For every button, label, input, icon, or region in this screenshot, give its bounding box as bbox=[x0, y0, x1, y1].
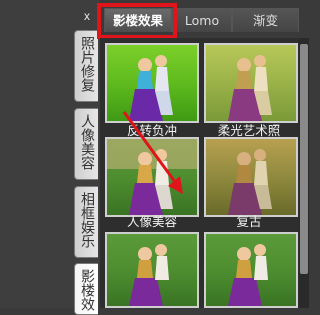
side-tab-studio-effects[interactable]: 影楼效 bbox=[74, 263, 98, 315]
effect-thumbnail-5[interactable] bbox=[105, 232, 199, 308]
tab-gradient[interactable]: 渐变 bbox=[232, 8, 299, 32]
effect-thumbnail-retro[interactable] bbox=[204, 137, 298, 217]
tab-studio-effects[interactable]: 影楼效果 bbox=[104, 8, 172, 32]
close-button[interactable]: x bbox=[80, 8, 94, 24]
effect-label-portrait-beauty: 人像美容 bbox=[126, 214, 177, 229]
effect-thumbnail-6[interactable] bbox=[204, 232, 298, 308]
side-tab-portrait-beauty[interactable]: 人像美容 bbox=[74, 108, 98, 180]
effect-label-retro: 复古 bbox=[236, 214, 262, 229]
effect-thumbnail-inverted[interactable] bbox=[105, 43, 199, 123]
side-tab-frame-fun[interactable]: 相框娱乐 bbox=[74, 186, 98, 258]
side-tab-photo-repair[interactable]: 照片修复 bbox=[74, 30, 98, 102]
effect-thumbnail-portrait-beauty[interactable] bbox=[105, 137, 199, 217]
effect-thumbnail-softlight[interactable] bbox=[204, 43, 298, 123]
scrollbar-thumb[interactable] bbox=[300, 44, 308, 274]
tab-lomo[interactable]: Lomo bbox=[172, 8, 232, 32]
